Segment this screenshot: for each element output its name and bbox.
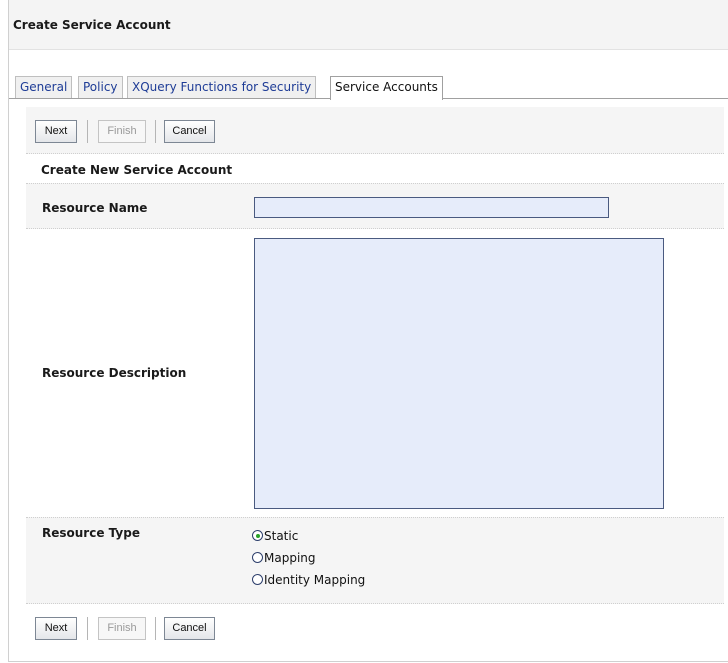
tab-general[interactable]: General — [15, 76, 73, 98]
toolbar-separator — [155, 120, 156, 143]
title-bar: Create Service Account — [9, 0, 728, 50]
resource-name-input[interactable] — [254, 197, 609, 218]
resource-description-label: Resource Description — [42, 366, 187, 380]
radio-option-identity-mapping[interactable]: Identity Mapping — [252, 573, 365, 591]
resource-name-label: Resource Name — [42, 201, 148, 215]
radio-unselected-icon[interactable] — [252, 574, 263, 585]
tab-policy[interactable]: Policy — [78, 76, 123, 98]
toolbar-separator — [87, 120, 88, 143]
toolbar-separator — [87, 617, 88, 640]
tab-bar: General Policy XQuery Functions for Secu… — [9, 76, 728, 100]
toolbar-separator — [155, 617, 156, 640]
next-button-bottom[interactable]: Next — [35, 617, 77, 640]
cancel-button-top[interactable]: Cancel — [164, 120, 215, 143]
page-title: Create Service Account — [13, 18, 171, 32]
radio-selected-icon[interactable] — [252, 530, 263, 541]
resource-description-textarea[interactable] — [254, 238, 664, 509]
resource-type-label: Resource Type — [42, 526, 140, 540]
finish-button-top[interactable]: Finish — [98, 120, 146, 143]
radio-option-mapping[interactable]: Mapping — [252, 551, 316, 569]
cancel-button-bottom[interactable]: Cancel — [164, 617, 215, 640]
divider — [26, 517, 724, 519]
radio-label-static: Static — [264, 529, 299, 543]
form-heading-row: Create New Service Account — [26, 154, 724, 183]
tab-service-accounts[interactable]: Service Accounts — [330, 76, 443, 100]
form-heading: Create New Service Account — [41, 163, 233, 177]
radio-label-mapping: Mapping — [264, 551, 316, 565]
divider — [26, 183, 724, 185]
finish-button-bottom[interactable]: Finish — [98, 617, 146, 640]
wizard-panel: Next Finish Cancel Create New Service Ac… — [26, 107, 724, 653]
radio-label-identity-mapping: Identity Mapping — [264, 573, 366, 587]
page-frame: Create Service Account General Policy XQ… — [8, 0, 728, 662]
radio-unselected-icon[interactable] — [252, 552, 263, 563]
next-button-top[interactable]: Next — [35, 120, 77, 143]
radio-option-static[interactable]: Static — [252, 529, 298, 547]
tab-xquery-functions[interactable]: XQuery Functions for Security — [127, 76, 317, 98]
